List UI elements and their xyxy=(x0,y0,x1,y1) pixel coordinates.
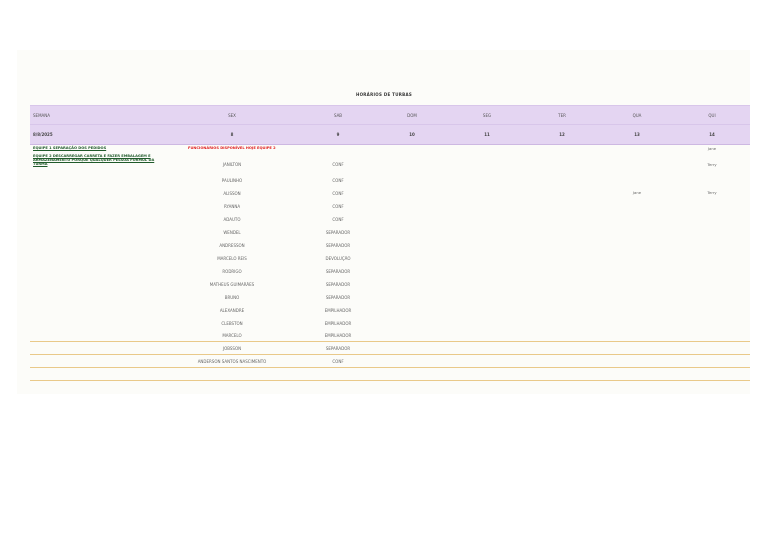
staff-role: SEPARADOR xyxy=(325,282,351,287)
staff-name: BRUNO xyxy=(224,295,240,300)
staff-role: EMPILHADOR xyxy=(324,333,352,338)
staff-name: MARCELO REIS xyxy=(217,256,247,261)
header-semana: SEMANA xyxy=(33,113,50,118)
staff-role: CONF xyxy=(332,191,344,196)
day-dom: 10 xyxy=(409,132,415,137)
header-dom: DOM xyxy=(407,113,417,118)
staff-role: CONF xyxy=(332,204,344,209)
staff-name: PAULINHO xyxy=(221,178,243,183)
table-row: PAULINHO CONF xyxy=(30,174,750,186)
staff-role: CONF xyxy=(332,178,344,183)
header-ter: TER xyxy=(558,113,566,118)
qui-note: Jane xyxy=(707,146,717,151)
staff-role: DEVOLUÇÃO xyxy=(325,256,351,261)
equipe-1-label: EQUIPE 1 SEPARAÇÃO DOS PEDIDOS xyxy=(33,146,107,150)
staff-role: SEPARADOR xyxy=(325,243,351,248)
staff-name: MATHEUS GUIMARÃES xyxy=(209,282,255,287)
staff-name: RODRIGO xyxy=(222,269,242,274)
staff-role: SEPARADOR xyxy=(325,230,351,235)
header-qua: QUA xyxy=(632,113,642,118)
staff-role: EMPILHADOR xyxy=(324,321,352,326)
table-row: WENDEL SEPARADOR xyxy=(30,226,750,238)
table-row: CLEBSTON EMPILHADOR xyxy=(30,317,750,329)
table-row: MARCELO REIS DEVOLUÇÃO xyxy=(30,252,750,264)
table-row: RYANNA CONF xyxy=(30,200,750,212)
staff-name: CLEBSTON xyxy=(221,321,243,326)
table-row: JANILTON CONF xyxy=(30,158,750,170)
staff-name: JANILTON xyxy=(222,162,242,167)
staff-role: CONF xyxy=(332,217,344,222)
staff-name: WENDEL xyxy=(223,230,241,235)
header-sex: SEX xyxy=(228,113,236,118)
header-qui: QUI xyxy=(708,113,716,118)
table-divider xyxy=(30,380,750,381)
day-qua: 13 xyxy=(634,132,640,137)
header-row: SEMANA SEX SAB DOM SEG TER QUA QUI xyxy=(30,105,750,126)
table-row: ALISSON CONF xyxy=(30,187,750,199)
day-sab: 9 xyxy=(336,132,340,137)
staff-name: ALEXANDRE xyxy=(219,308,245,313)
date-row: 8/8/2025 8 9 10 11 12 13 14 xyxy=(30,124,750,145)
staff-name: JOBSSON xyxy=(222,346,242,351)
staff-role: CONF xyxy=(332,359,344,364)
funcionarios-label: FUNCIONÁRIOS DISPONÍVEL HOJE EQUIPE 2 xyxy=(188,146,276,150)
date-cell: 8/8/2025 xyxy=(33,132,53,137)
header-seg: SEG xyxy=(482,113,492,118)
page-title: HORÁRIOS DE TURBAS xyxy=(355,92,413,97)
day-ter: 12 xyxy=(559,132,565,137)
staff-name: ANDRESSON xyxy=(219,243,245,248)
table-row: MATHEUS GUIMARÃES SEPARADOR xyxy=(30,278,750,290)
staff-role: CONF xyxy=(332,162,344,167)
table-row: MARCELO EMPILHADOR xyxy=(30,329,750,342)
staff-name: MARCELO xyxy=(222,333,242,338)
staff-role: SEPARADOR xyxy=(325,295,351,300)
staff-role: SEPARADOR xyxy=(325,346,351,351)
header-sab: SAB xyxy=(333,113,343,118)
day-qui: 14 xyxy=(709,132,715,137)
staff-name: ALISSON xyxy=(223,191,241,196)
table-row: RODRIGO SEPARADOR xyxy=(30,265,750,277)
staff-name: RYANNA xyxy=(223,204,241,209)
staff-name: ADAUTO xyxy=(223,217,241,222)
table-row: BRUNO SEPARADOR xyxy=(30,291,750,303)
staff-role: EMPILHADOR xyxy=(324,308,352,313)
table-row: ADAUTO CONF xyxy=(30,213,750,225)
table-row: JOBSSON SEPARADOR xyxy=(30,342,750,355)
table-row: ANDRESSON SEPARADOR xyxy=(30,239,750,251)
day-sex: 8 xyxy=(230,132,234,137)
day-seg: 11 xyxy=(484,132,490,137)
staff-role: SEPARADOR xyxy=(325,269,351,274)
table-row: ANDERSON SANTOS NASCIMENTO CONF xyxy=(30,355,750,368)
staff-name: ANDERSON SANTOS NASCIMENTO xyxy=(197,359,267,364)
table-row: ALEXANDRE EMPILHADOR xyxy=(30,304,750,316)
